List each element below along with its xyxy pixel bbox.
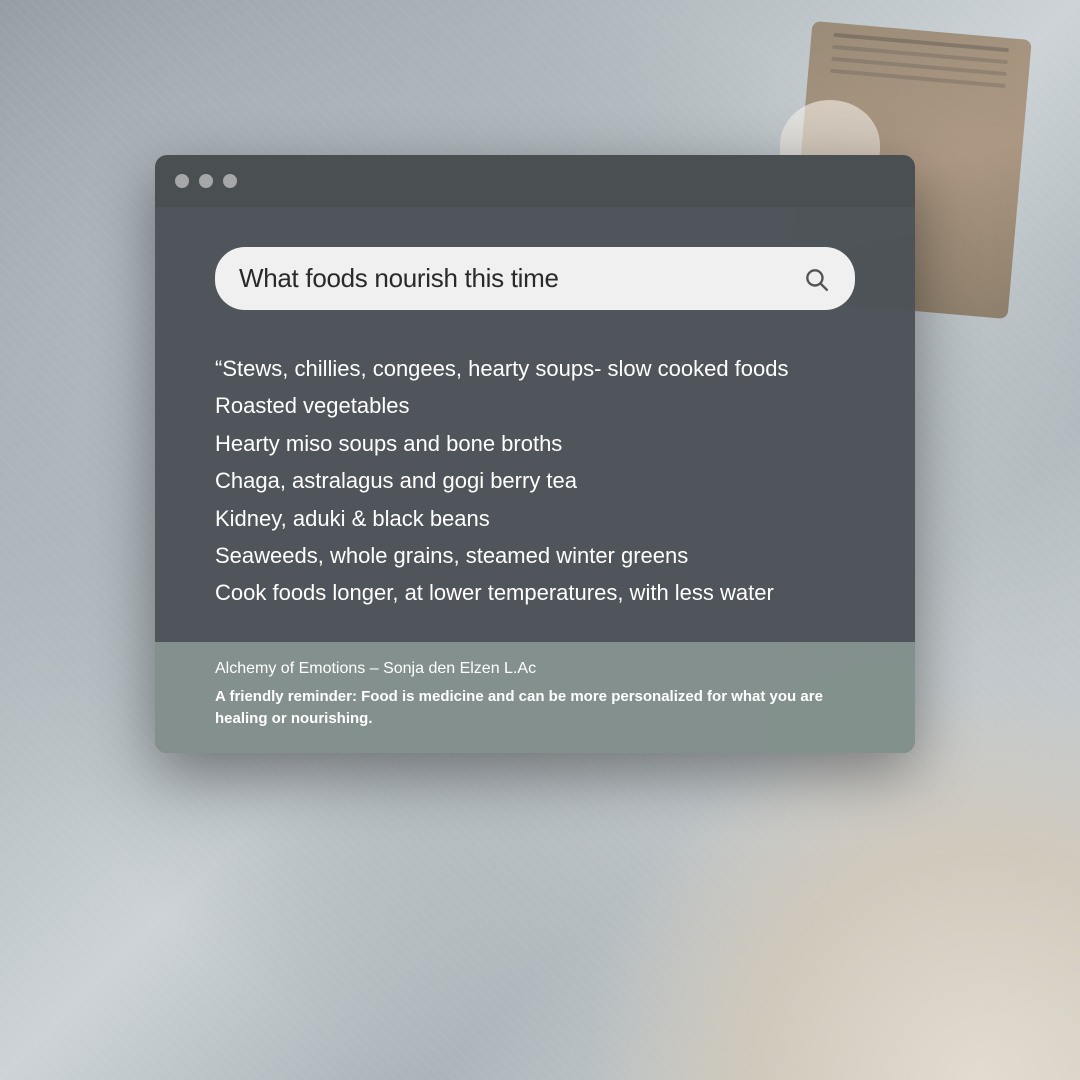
result-line-5: Kidney, aduki & black beans [215, 506, 490, 531]
attribution-text: Alchemy of Emotions – Sonja den Elzen L.… [215, 660, 855, 678]
close-button[interactable] [175, 174, 189, 188]
window-footer: Alchemy of Emotions – Sonja den Elzen L.… [155, 642, 915, 753]
window-titlebar [155, 155, 915, 207]
result-line-2: Roasted vegetables [215, 393, 409, 418]
result-line-4: Chaga, astralagus and gogi berry tea [215, 468, 577, 493]
minimize-button[interactable] [199, 174, 213, 188]
result-line-6: Seaweeds, whole grains, steamed winter g… [215, 543, 688, 568]
browser-window: What foods nourish this time “Stews, chi… [155, 155, 915, 753]
search-bar[interactable]: What foods nourish this time [215, 247, 855, 310]
window-body: What foods nourish this time “Stews, chi… [155, 207, 915, 753]
result-line-7: Cook foods longer, at lower temperatures… [215, 580, 774, 605]
result-content: “Stews, chillies, congees, hearty soups-… [215, 350, 855, 612]
reminder-text: A friendly reminder: Food is medicine an… [215, 686, 855, 731]
search-input[interactable]: What foods nourish this time [239, 263, 789, 294]
search-icon[interactable] [801, 264, 831, 294]
maximize-button[interactable] [223, 174, 237, 188]
result-line-1: “Stews, chillies, congees, hearty soups-… [215, 356, 789, 381]
search-section: What foods nourish this time [155, 207, 915, 340]
result-line-3: Hearty miso soups and bone broths [215, 431, 562, 456]
results-section: “Stews, chillies, congees, hearty soups-… [155, 340, 915, 642]
